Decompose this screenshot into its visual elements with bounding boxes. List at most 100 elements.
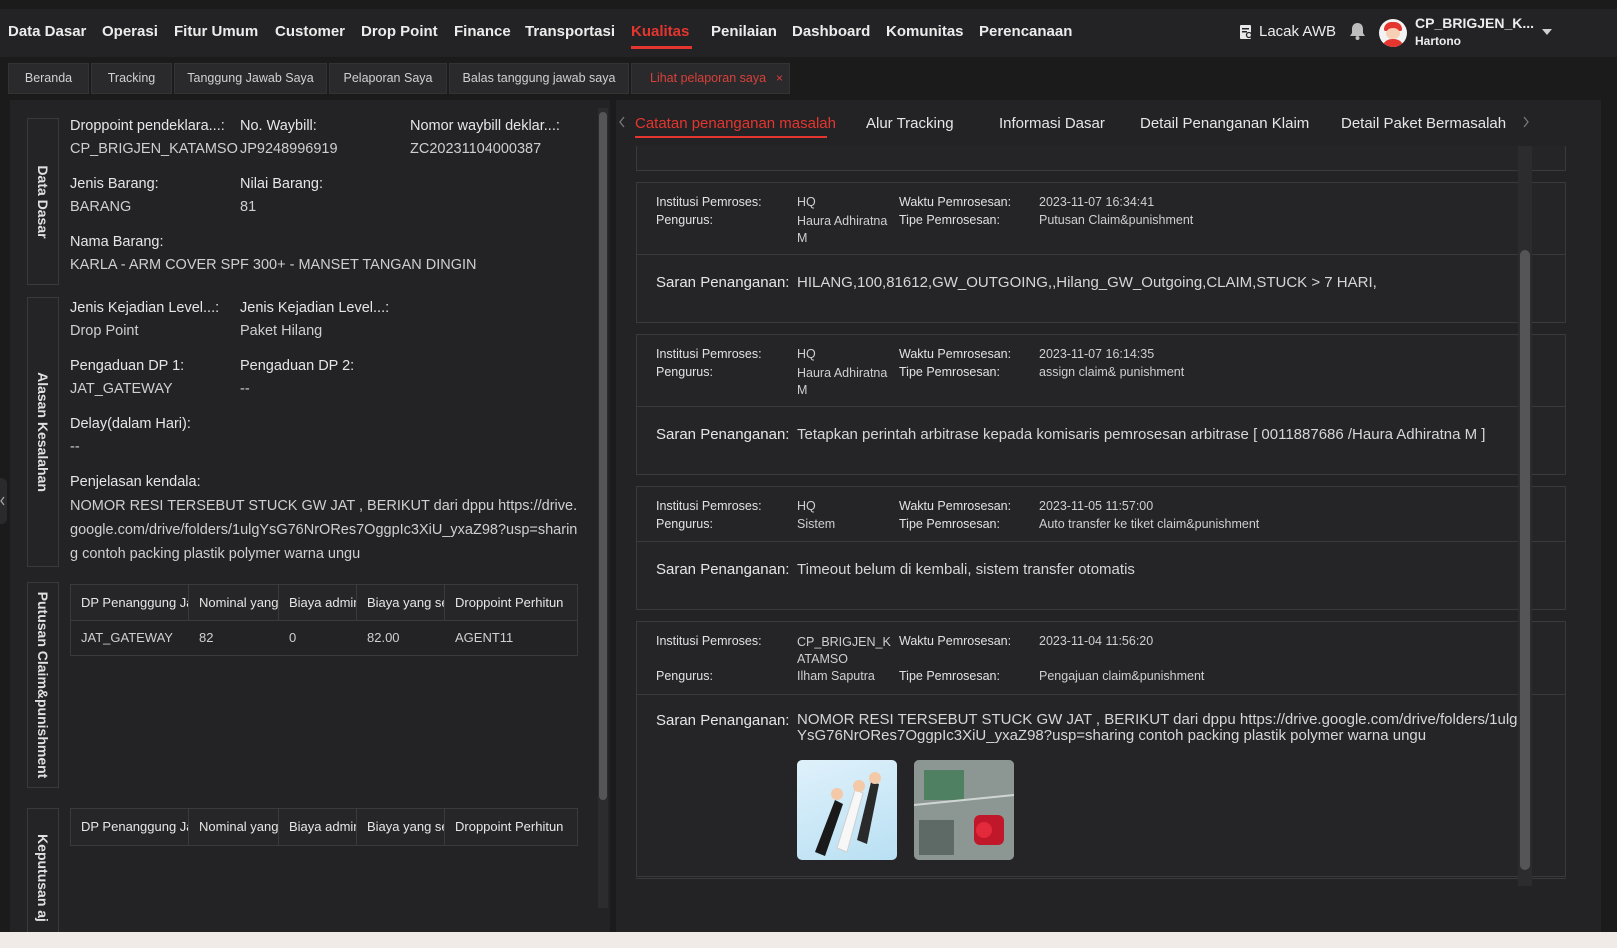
close-icon[interactable]: × [776, 64, 783, 93]
right-scrollbar-thumb[interactable] [1520, 250, 1530, 870]
track-awb-button[interactable]: Lacak AWB [1239, 23, 1336, 40]
rtab-informasi-dasar[interactable]: Informasi Dasar [999, 115, 1105, 132]
level2-label: Jenis Kejadian Level...: [240, 300, 390, 316]
droppoint-label: Droppoint pendeklara...: [70, 118, 225, 134]
record-card: Institusi Pemroses: CP_BRIGJEN_KATAMSO P… [636, 621, 1566, 877]
tab-pelaporan-saya[interactable]: Pelaporan Saya [329, 63, 447, 94]
institusi-label: Institusi Pemroses: [656, 195, 762, 209]
user-sub: Hartono [1415, 34, 1461, 48]
tab-lihat-pelaporan-label: Lihat pelaporan saya [650, 71, 767, 85]
nav-customer[interactable]: Customer [275, 23, 345, 40]
level1-label: Jenis Kejadian Level...: [70, 300, 220, 316]
chevron-left-icon[interactable] [618, 116, 626, 128]
institusi-value: HQ [797, 195, 816, 209]
pengurus-value: Ilham Saputra [797, 669, 875, 683]
waybill-label: No. Waybill: [240, 118, 317, 134]
nav-fitur-umum[interactable]: Fitur Umum [174, 23, 258, 40]
top-nav: Data Dasar Operasi Fitur Umum Customer D… [0, 9, 1617, 57]
keputusan-table: DP Penanggung Jav Nominal yang Biaya adm… [70, 808, 578, 846]
pengurus-label: Pengurus: [656, 213, 713, 227]
waktu-label: Waktu Pemrosesan: [899, 347, 1012, 361]
tipe-value: Auto transfer ke tiket claim&punishment [1039, 517, 1260, 531]
saran-label: Saran Penanganan: [656, 274, 790, 291]
saran-value: HILANG,100,81612,GW_OUTGOING,,Hilang_GW_… [797, 274, 1377, 291]
nilai-barang-label: Nilai Barang: [240, 176, 324, 192]
pengurus-label: Pengurus: [656, 669, 713, 683]
decl-waybill-label: Nomor waybill deklar...: [410, 118, 560, 134]
nav-drop-point[interactable]: Drop Point [361, 23, 438, 40]
nav-operasi[interactable]: Operasi [102, 23, 158, 40]
nav-komunitas[interactable]: Komunitas [886, 23, 964, 40]
tab-beranda[interactable]: Beranda [8, 63, 89, 94]
pengurus-value: Sistem [797, 517, 836, 531]
packing-image [914, 760, 1014, 860]
table-header: Droppoint Perhitun [455, 819, 564, 834]
record-card: Institusi Pemroses: HQ Pengurus: Haura A… [636, 182, 1566, 323]
saran-label: Saran Penanganan: [656, 712, 790, 729]
institusi-value: CP_BRIGJEN_KATAMSO [797, 635, 891, 666]
user-name[interactable]: CP_BRIGJEN_K... [1415, 15, 1534, 31]
nama-barang-value: KARLA - ARM COVER SPF 300+ - MANSET TANG… [70, 257, 477, 273]
level1-value: Drop Point [70, 323, 139, 339]
arm-cover-image [815, 772, 881, 856]
right-panel: Catatan penanganan masalah Alur Tracking… [616, 100, 1601, 932]
nav-penilaian[interactable]: Penilaian [711, 23, 777, 40]
track-awb-label: Lacak AWB [1259, 23, 1336, 40]
avatar[interactable] [1379, 19, 1407, 47]
chevron-right-icon[interactable] [1522, 116, 1530, 128]
saran-label: Saran Penanganan: [656, 561, 790, 578]
pengurus-value: Haura Adhiratna M [797, 366, 888, 397]
tab-tracking[interactable]: Tracking [91, 63, 172, 94]
nav-kualitas[interactable]: Kualitas [631, 23, 689, 40]
institusi-label: Institusi Pemroses: [656, 634, 762, 648]
left-scrollbar-thumb[interactable] [599, 112, 607, 800]
decl-waybill-value: ZC20231104000387 [410, 141, 542, 157]
droppoint-value: CP_BRIGJEN_KATAMSO [70, 141, 238, 157]
saran-value: Tetapkan perintah arbitrase kepada komis… [797, 426, 1486, 443]
divider [637, 254, 1565, 255]
attachment-thumbnail[interactable] [914, 760, 1014, 860]
collapse-handle[interactable] [0, 478, 7, 524]
table-cell: 82.00 [367, 630, 400, 645]
institusi-value: HQ [797, 499, 816, 513]
jenis-barang-label: Jenis Barang: [70, 176, 159, 192]
record-card: Institusi Pemroses: HQ Pengurus: Sistem … [636, 486, 1566, 610]
table-cell: JAT_GATEWAY [81, 630, 173, 645]
institusi-label: Institusi Pemroses: [656, 347, 762, 361]
tab-bar: Beranda Tracking Tanggung Jawab Saya Pel… [0, 57, 1617, 94]
waktu-label: Waktu Pemrosesan: [899, 195, 1012, 209]
nav-perencanaan[interactable]: Perencanaan [979, 23, 1072, 40]
tab-balas-tanggung-jawab[interactable]: Balas tanggung jawab saya [449, 63, 629, 94]
nav-transportasi[interactable]: Transportasi [525, 23, 615, 40]
tipe-label: Tipe Pemrosesan: [899, 517, 1000, 531]
rtab-detail-klaim[interactable]: Detail Penanganan Klaim [1140, 115, 1309, 132]
tab-lihat-pelaporan[interactable]: Lihat pelaporan saya × [631, 63, 790, 94]
rtab-detail-paket[interactable]: Detail Paket Bermasalah [1341, 115, 1506, 132]
table-header: DP Penanggung Jav [71, 585, 189, 621]
nama-barang-label: Nama Barang: [70, 234, 164, 250]
table-header: Biaya yang sel [357, 585, 445, 621]
nav-dashboard[interactable]: Dashboard [792, 23, 870, 40]
rtab-catatan[interactable]: Catatan penanganan masalah [635, 115, 836, 132]
tab-tanggung-jawab[interactable]: Tanggung Jawab Saya [174, 63, 327, 94]
nav-finance[interactable]: Finance [454, 23, 511, 40]
rtab-active-indicator [635, 136, 827, 138]
bottom-strip [0, 932, 1617, 948]
record-card-partial [636, 146, 1566, 171]
section-data-dasar: Data Dasar [27, 118, 59, 285]
awb-icon [1240, 24, 1253, 39]
table-header: Nominal yang [189, 585, 279, 621]
institusi-value: HQ [797, 347, 816, 361]
waktu-value: 2023-11-07 16:34:41 [1039, 195, 1155, 209]
waktu-value: 2023-11-05 11:57:00 [1039, 499, 1154, 513]
rtab-alur-tracking[interactable]: Alur Tracking [866, 115, 954, 132]
bell-icon[interactable] [1349, 22, 1366, 41]
table-header: Biaya admin [279, 585, 357, 621]
divider [637, 694, 1565, 695]
pengurus-label: Pengurus: [656, 365, 713, 379]
chevron-down-icon[interactable] [1542, 29, 1552, 35]
attachment-thumbnail[interactable] [797, 760, 897, 860]
divider [636, 878, 1566, 879]
nav-data-dasar[interactable]: Data Dasar [8, 23, 86, 40]
table-cell: 0 [289, 630, 297, 645]
